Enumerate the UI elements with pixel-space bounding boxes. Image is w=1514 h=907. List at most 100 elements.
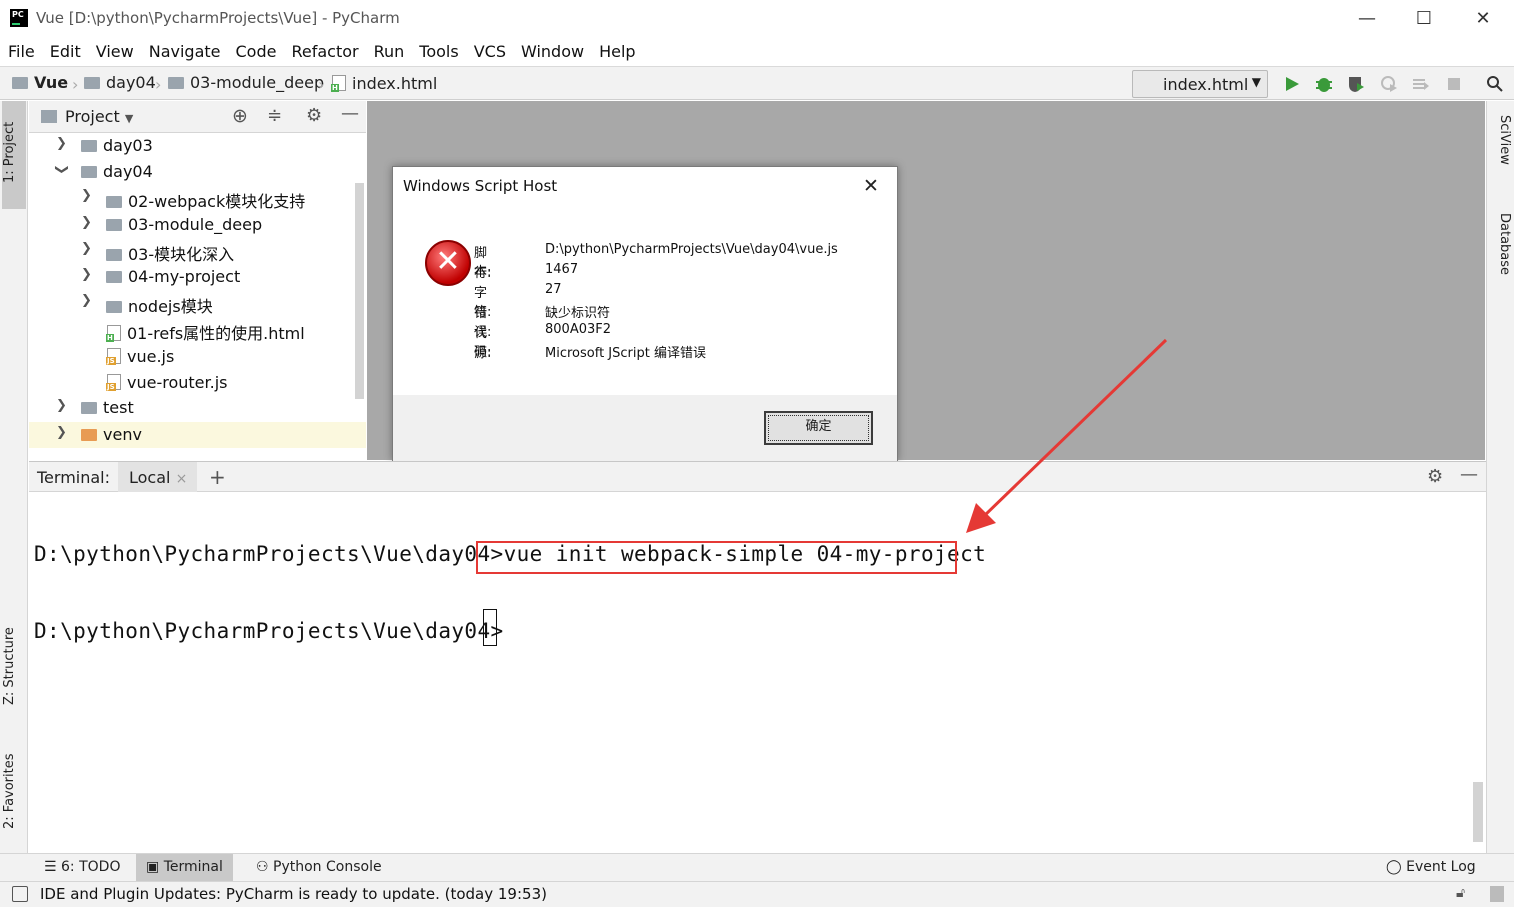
project-icon bbox=[41, 110, 57, 123]
ok-button[interactable]: 确定 bbox=[764, 411, 873, 445]
hide-panel-icon[interactable]: — bbox=[1460, 464, 1478, 485]
chevron-right-icon[interactable]: ❯ bbox=[81, 188, 92, 203]
chevron-right-icon[interactable]: ❯ bbox=[81, 293, 92, 308]
chevron-right-icon[interactable]: ❯ bbox=[56, 398, 67, 413]
memory-indicator-icon[interactable] bbox=[1490, 886, 1504, 902]
breadcrumb-day04[interactable]: day04 bbox=[84, 73, 156, 92]
navigation-bar: Vue › day04 › 03-module_deep › Hindex.ht… bbox=[0, 66, 1514, 100]
tool-tab-terminal[interactable]: ▣ Terminal bbox=[136, 854, 233, 882]
tool-tab-database[interactable]: Database bbox=[1490, 213, 1512, 303]
chevron-right-icon[interactable]: ❯ bbox=[81, 267, 92, 282]
breadcrumb-module-deep[interactable]: 03-module_deep bbox=[168, 73, 324, 92]
chevron-right-icon[interactable]: ❯ bbox=[56, 136, 67, 151]
coverage-icon[interactable] bbox=[1347, 75, 1365, 93]
status-message[interactable]: IDE and Plugin Updates: PyCharm is ready… bbox=[40, 885, 547, 903]
menu-view[interactable]: View bbox=[88, 38, 141, 61]
tree-item-venv[interactable]: ❯ venv bbox=[29, 422, 366, 448]
chevron-right-icon[interactable]: ❯ bbox=[81, 215, 92, 230]
tool-tab-structure[interactable]: Z: Structure bbox=[2, 616, 26, 716]
chevron-down-icon: ▼ bbox=[1251, 75, 1261, 89]
command-highlight-box bbox=[476, 541, 957, 574]
folder-icon bbox=[106, 271, 122, 283]
chevron-right-icon[interactable]: ❯ bbox=[56, 425, 67, 440]
js-file-icon: JS bbox=[106, 374, 121, 391]
run-icon[interactable] bbox=[1283, 75, 1301, 93]
terminal-output[interactable]: D:\python\PycharmProjects\Vue\day04>vue … bbox=[29, 492, 1486, 853]
menu-code[interactable]: Code bbox=[228, 38, 284, 61]
project-tree: ❯ day03 ❯ day04 ❯ 02-webpack模块化支持 ❯ 03-m… bbox=[29, 133, 366, 460]
tree-item-module-deep-cn[interactable]: ❯ 03-模块化深入 bbox=[29, 238, 366, 264]
project-panel-header: Project ▼ ⊕ ≑ ⚙ — bbox=[29, 101, 366, 133]
debug-icon[interactable] bbox=[1315, 75, 1333, 93]
close-tab-icon[interactable]: × bbox=[176, 471, 188, 487]
tree-item-nodejs[interactable]: ❯ nodejs模块 bbox=[29, 290, 366, 316]
collapse-all-icon[interactable]: ≑ bbox=[267, 105, 282, 126]
breadcrumb-separator: › bbox=[155, 75, 162, 94]
minimize-button[interactable]: — bbox=[1344, 4, 1390, 34]
bottom-tool-bar: ☰ 6: TODO ▣ Terminal ⚇ Python Console ◯ … bbox=[0, 853, 1514, 882]
menu-edit[interactable]: Edit bbox=[42, 38, 88, 61]
gear-icon[interactable]: ⚙ bbox=[306, 105, 322, 126]
terminal-tab-local[interactable]: Local × bbox=[118, 462, 198, 492]
tool-tab-favorites[interactable]: 2: Favorites bbox=[2, 741, 26, 841]
project-view-select[interactable]: Project ▼ bbox=[65, 107, 133, 126]
python-icon: ⚇ bbox=[256, 859, 269, 875]
tree-item-my-project[interactable]: ❯ 04-my-project bbox=[29, 264, 366, 290]
folder-icon bbox=[12, 77, 28, 89]
tool-tab-todo[interactable]: ☰ 6: TODO bbox=[34, 854, 130, 882]
tree-item-refs-html[interactable]: H 01-refs属性的使用.html bbox=[29, 317, 366, 343]
folder-icon bbox=[81, 166, 97, 178]
menu-help[interactable]: Help bbox=[591, 38, 642, 61]
menu-run[interactable]: Run bbox=[366, 38, 412, 61]
gear-icon[interactable]: ⚙ bbox=[1427, 466, 1443, 487]
tool-tab-sciview[interactable]: SciView bbox=[1490, 115, 1512, 195]
tool-tab-project[interactable]: 1: Project bbox=[2, 101, 26, 209]
tree-item-vue-js[interactable]: JS vue.js bbox=[29, 343, 366, 369]
run-configuration-select[interactable]: index.html ▼ bbox=[1132, 70, 1268, 98]
project-scrollbar[interactable] bbox=[355, 183, 364, 399]
terminal-icon: ▣ bbox=[146, 859, 160, 875]
error-icon: ✕ bbox=[425, 240, 471, 286]
terminal-scrollbar[interactable] bbox=[1473, 782, 1483, 842]
tree-item-module-deep[interactable]: ❯ 03-module_deep bbox=[29, 212, 366, 238]
menu-vcs[interactable]: VCS bbox=[466, 38, 513, 61]
menu-tools[interactable]: Tools bbox=[411, 38, 465, 61]
menu-navigate[interactable]: Navigate bbox=[141, 38, 228, 61]
left-tool-strip: 1: Project Z: Structure 2: Favorites bbox=[0, 101, 28, 853]
chevron-right-icon[interactable]: ❯ bbox=[81, 241, 92, 256]
concurrency-icon[interactable] bbox=[1412, 75, 1430, 93]
lock-icon[interactable]: 🔓︎ bbox=[1456, 885, 1465, 901]
maximize-button[interactable]: ☐ bbox=[1401, 4, 1447, 34]
new-session-button[interactable]: + bbox=[209, 465, 226, 489]
dialog-footer: 确定 bbox=[393, 395, 897, 461]
profile-icon[interactable] bbox=[1380, 75, 1398, 93]
script-error-dialog: Windows Script Host ✕ ✕ 脚本: D:\python\Pyc… bbox=[392, 166, 898, 461]
tool-tab-event-log[interactable]: ◯ Event Log bbox=[1376, 854, 1486, 882]
locate-icon[interactable]: ⊕ bbox=[232, 105, 248, 127]
status-bar: IDE and Plugin Updates: PyCharm is ready… bbox=[0, 881, 1514, 907]
tree-item-day03[interactable]: ❯ day03 bbox=[29, 133, 366, 159]
menu-refactor[interactable]: Refactor bbox=[283, 38, 365, 61]
chevron-down-icon[interactable]: ❯ bbox=[54, 164, 69, 175]
stop-icon[interactable] bbox=[1445, 75, 1463, 93]
breadcrumb-separator: › bbox=[318, 75, 325, 94]
chevron-down-icon: ▼ bbox=[124, 112, 134, 125]
tree-item-vue-router-js[interactable]: JS vue-router.js bbox=[29, 369, 366, 395]
status-toggle-icon[interactable] bbox=[12, 886, 28, 902]
tree-item-test[interactable]: ❯ test bbox=[29, 395, 366, 421]
tool-tab-python-console[interactable]: ⚇ Python Console bbox=[246, 854, 392, 882]
menu-window[interactable]: Window bbox=[513, 38, 591, 61]
tree-item-day04[interactable]: ❯ day04 bbox=[29, 159, 366, 185]
close-window-button[interactable]: ✕ bbox=[1460, 4, 1506, 34]
dialog-close-button[interactable]: ✕ bbox=[863, 175, 879, 197]
breadcrumb-project[interactable]: Vue bbox=[12, 73, 68, 92]
folder-icon bbox=[168, 77, 184, 89]
hide-panel-icon[interactable]: — bbox=[341, 103, 359, 124]
breadcrumb-separator: › bbox=[72, 75, 79, 94]
breadcrumb-file[interactable]: Hindex.html bbox=[331, 73, 437, 93]
search-icon[interactable] bbox=[1486, 75, 1504, 93]
tree-item-webpack[interactable]: ❯ 02-webpack模块化支持 bbox=[29, 185, 366, 211]
folder-icon bbox=[81, 140, 97, 152]
menu-file[interactable]: File bbox=[0, 38, 42, 61]
folder-icon bbox=[106, 196, 122, 208]
